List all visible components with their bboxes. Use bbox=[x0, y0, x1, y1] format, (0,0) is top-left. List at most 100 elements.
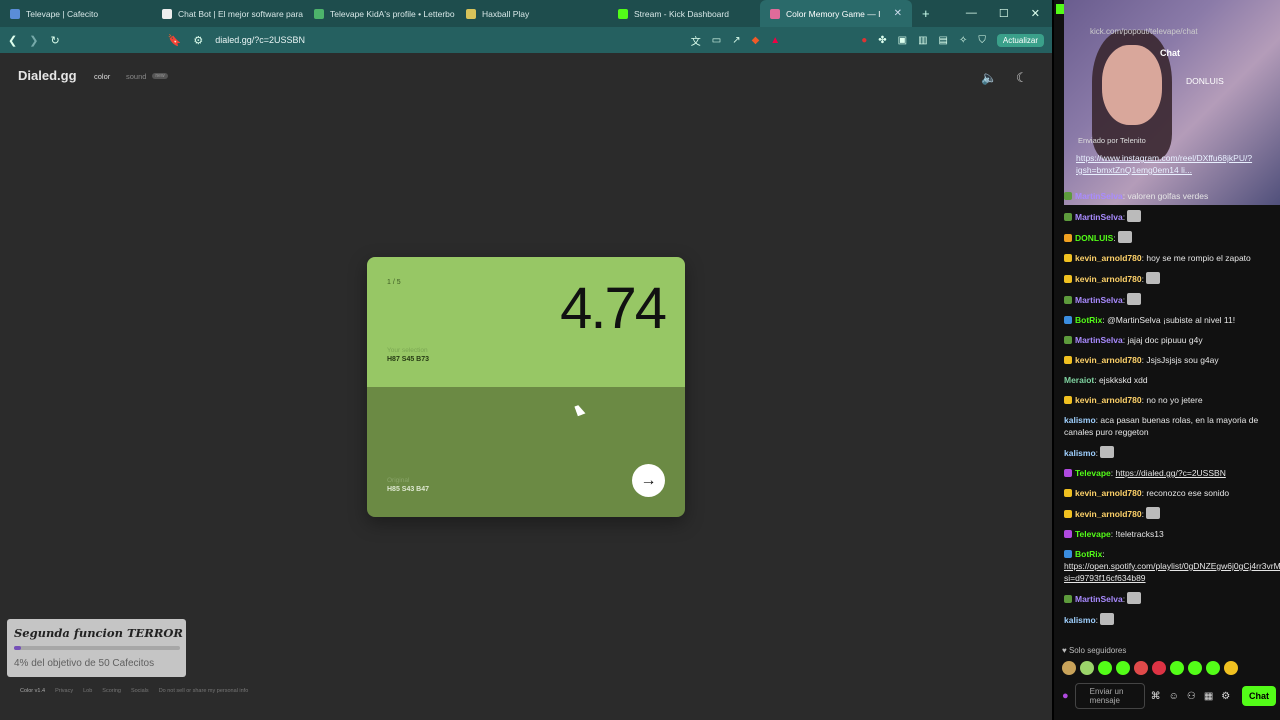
speaker-icon[interactable]: 🔈 bbox=[981, 70, 997, 86]
maximize-button[interactable]: ☐ bbox=[999, 7, 1009, 20]
chat-username[interactable]: BotRix bbox=[1075, 315, 1102, 325]
share-icon[interactable]: ↗ bbox=[732, 35, 740, 46]
chat-text: : bbox=[1113, 233, 1116, 243]
chat-username[interactable]: kevin_arnold780 bbox=[1075, 509, 1142, 519]
mic-icon[interactable]: ● bbox=[1062, 690, 1069, 702]
reload-icon[interactable]: ↻ bbox=[50, 34, 59, 47]
chat-username[interactable]: kevin_arnold780 bbox=[1075, 395, 1142, 405]
nav-sound[interactable]: sound bbox=[126, 72, 146, 81]
moon-icon[interactable]: ☾ bbox=[1016, 70, 1028, 86]
update-button[interactable]: Actualizar bbox=[996, 33, 1044, 47]
emote-icon[interactable] bbox=[1170, 661, 1184, 675]
goal-progress-bar bbox=[14, 646, 180, 650]
footer-lob[interactable]: Lob bbox=[83, 688, 92, 694]
footer-scoring[interactable]: Scoring bbox=[102, 688, 121, 694]
close-tab-icon[interactable]: ✕ bbox=[894, 8, 902, 19]
chat-username[interactable]: MartinSelva bbox=[1075, 594, 1123, 604]
chat-username[interactable]: DONLUIS bbox=[1075, 233, 1113, 243]
kick-chat-panel: kick.com/popout/televape/chat Chat DONLU… bbox=[1052, 0, 1280, 720]
chat-username[interactable]: MartinSelva bbox=[1075, 295, 1123, 305]
command-icon[interactable]: ⌘ bbox=[1151, 691, 1161, 702]
forward-icon[interactable]: ❯ bbox=[29, 34, 38, 47]
chat-message: kevin_arnold780: bbox=[1064, 507, 1276, 520]
url-field[interactable]: dialed.gg/?c=2USSBN bbox=[215, 35, 305, 45]
settings-icon[interactable]: ⚙ bbox=[1221, 691, 1230, 702]
extension-icon[interactable]: ● bbox=[861, 35, 867, 46]
chat-username[interactable]: kevin_arnold780 bbox=[1075, 355, 1142, 365]
user-badge-icon bbox=[1064, 356, 1072, 364]
chat-message: BotRix: https://open.spotify.com/playlis… bbox=[1064, 548, 1280, 584]
chat-text: : no no yo jetere bbox=[1141, 395, 1203, 405]
site-logo[interactable]: Dialed.gg bbox=[18, 68, 77, 83]
chat-username[interactable]: kalismo bbox=[1064, 415, 1096, 425]
chat-text: : bbox=[1141, 509, 1144, 519]
site-info-icon[interactable]: ⚙ bbox=[193, 34, 203, 47]
gift-icon[interactable]: ▦ bbox=[1204, 691, 1213, 702]
vpn-icon[interactable]: ⛉ bbox=[978, 35, 986, 46]
ai-icon[interactable]: ✧ bbox=[959, 35, 967, 46]
footer-do-not-sell[interactable]: Do not sell or share my personal info bbox=[159, 688, 249, 694]
emote-icon[interactable] bbox=[1080, 661, 1094, 675]
screen: Televape | Cafecito Chat Bot | El mejor … bbox=[0, 0, 1280, 720]
emote-icon[interactable] bbox=[1206, 661, 1220, 675]
chat-username[interactable]: MartinSelva bbox=[1075, 191, 1123, 201]
chat-title: Chat bbox=[1160, 48, 1180, 58]
nav-color[interactable]: color bbox=[94, 72, 110, 81]
chat-username[interactable]: kevin_arnold780 bbox=[1075, 274, 1142, 284]
sidebar-icon[interactable]: ▥ bbox=[918, 35, 927, 46]
emote-icon[interactable] bbox=[1062, 661, 1076, 675]
chat-link[interactable]: https://dialed.gg/?c=2USSBN bbox=[1116, 468, 1226, 478]
emote-icon[interactable] bbox=[1098, 661, 1112, 675]
tab-letterboxd[interactable]: Televape KidA's profile • Letterbo bbox=[304, 0, 456, 27]
goal-overlay: Segunda funcion TERROR 4% del objetivo d… bbox=[7, 619, 186, 677]
pinned-message-link[interactable]: https://www.instagram.com/reel/DXffu68jk… bbox=[1076, 152, 1261, 176]
send-chat-button[interactable]: Chat bbox=[1242, 686, 1276, 706]
tab-haxball[interactable]: Haxball Play bbox=[456, 0, 608, 27]
footer-version: Color v1.4 bbox=[20, 688, 46, 694]
tab-color-memory-game[interactable]: Color Memory Game — I ✕ bbox=[760, 0, 912, 27]
chat-username[interactable]: BotRix bbox=[1075, 549, 1102, 559]
puzzle-icon[interactable]: ✤ bbox=[878, 35, 886, 46]
translate-icon[interactable]: 文 bbox=[691, 33, 701, 48]
emote-icon[interactable] bbox=[1224, 661, 1238, 675]
chat-username[interactable]: Televape bbox=[1075, 468, 1111, 478]
rewards-icon[interactable]: ▲ bbox=[770, 35, 780, 46]
new-tab-button[interactable]: + bbox=[912, 6, 940, 21]
wallet-icon[interactable]: ▤ bbox=[939, 35, 948, 46]
tab-televape-cafecito[interactable]: Televape | Cafecito bbox=[0, 0, 152, 27]
close-window-button[interactable]: ✕ bbox=[1031, 7, 1040, 20]
followers-only-notice: ♥ Solo seguidores bbox=[1062, 646, 1127, 655]
user-badge-icon bbox=[1064, 550, 1072, 558]
bookmark-icon[interactable]: 🔖 bbox=[168, 34, 182, 47]
user-badge-icon bbox=[1064, 234, 1072, 242]
chat-username[interactable]: MartinSelva bbox=[1075, 212, 1123, 222]
reader-icon[interactable]: ▣ bbox=[898, 35, 907, 46]
chat-message: kalismo: aca pasan buenas rolas, en la m… bbox=[1064, 414, 1276, 438]
emote-icon[interactable] bbox=[1152, 661, 1166, 675]
chat-username[interactable]: kevin_arnold780 bbox=[1075, 253, 1142, 263]
users-icon[interactable]: ⚇ bbox=[1187, 691, 1196, 702]
chat-username[interactable]: Televape bbox=[1075, 529, 1111, 539]
footer-privacy[interactable]: Privacy bbox=[55, 688, 73, 694]
emoji-icon[interactable]: ☺ bbox=[1169, 691, 1179, 702]
back-icon[interactable]: ❮ bbox=[8, 34, 17, 47]
brave-shield-icon[interactable]: ◆ bbox=[752, 35, 760, 46]
chat-username[interactable]: kalismo bbox=[1064, 448, 1096, 458]
minimize-button[interactable]: — bbox=[966, 7, 977, 20]
chat-username[interactable]: kevin_arnold780 bbox=[1075, 488, 1142, 498]
chat-username[interactable]: Meraiot bbox=[1064, 375, 1094, 385]
footer-socials[interactable]: Socials bbox=[131, 688, 149, 694]
chat-link[interactable]: https://open.spotify.com/playlist/0gDNZE… bbox=[1064, 561, 1280, 583]
goal-title: Segunda funcion TERROR bbox=[14, 626, 183, 640]
tab-kick-dashboard[interactable]: Stream - Kick Dashboard bbox=[608, 0, 760, 27]
emote-icon[interactable] bbox=[1188, 661, 1202, 675]
screen-icon[interactable]: ▭ bbox=[712, 35, 721, 46]
tab-chat-bot[interactable]: Chat Bot | El mejor software para bbox=[152, 0, 304, 27]
chat-username[interactable]: MartinSelva bbox=[1075, 335, 1123, 345]
chat-input[interactable]: Enviar un mensaje bbox=[1074, 683, 1145, 709]
emote-icon[interactable] bbox=[1134, 661, 1148, 675]
next-button[interactable]: → bbox=[632, 464, 665, 497]
chat-username[interactable]: kalismo bbox=[1064, 615, 1096, 625]
emote-icon[interactable] bbox=[1116, 661, 1130, 675]
chat-text: : bbox=[1095, 615, 1099, 625]
